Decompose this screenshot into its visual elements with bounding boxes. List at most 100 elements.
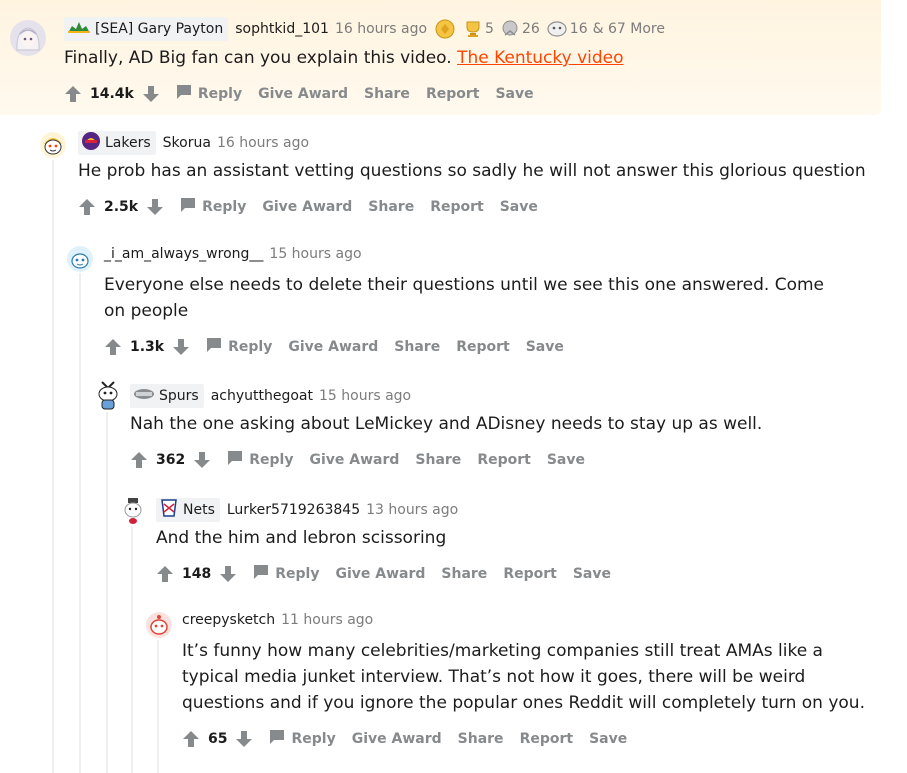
comment-actions: 14.4k Reply Give Award Share Report Save xyxy=(64,82,534,106)
report-button[interactable]: Report xyxy=(503,566,557,582)
more-awards: & 67 More xyxy=(592,21,665,37)
snoo-avatar-icon[interactable] xyxy=(120,497,146,525)
report-button[interactable]: Report xyxy=(456,339,510,355)
thread-line[interactable] xyxy=(52,160,54,773)
save-button[interactable]: Save xyxy=(495,86,533,102)
give-award-button[interactable]: Give Award xyxy=(262,199,352,215)
timestamp[interactable]: 15 hours ago xyxy=(319,388,411,404)
report-button[interactable]: Report xyxy=(520,731,574,747)
anime-girl-avatar-icon[interactable] xyxy=(10,20,46,56)
comment-meta: Nets Lurker5719263845 13 hours ago xyxy=(156,498,458,522)
save-button[interactable]: Save xyxy=(573,566,611,582)
author-name[interactable]: _i_am_always_wrong__ xyxy=(104,246,263,262)
comment-meta: creepysketch 11 hours ago xyxy=(182,612,373,628)
reply-button[interactable]: Reply xyxy=(180,197,246,217)
timestamp[interactable]: 16 hours ago xyxy=(335,21,427,37)
upvote-icon[interactable] xyxy=(182,730,200,748)
reply-label: Reply xyxy=(275,566,320,582)
share-button[interactable]: Share xyxy=(458,731,504,747)
timestamp[interactable]: 16 hours ago xyxy=(217,135,309,151)
upvote-icon[interactable] xyxy=(156,565,174,583)
timestamp[interactable]: 11 hours ago xyxy=(281,612,373,628)
report-button[interactable]: Report xyxy=(426,86,480,102)
share-button[interactable]: Share xyxy=(394,339,440,355)
user-flair: Nets xyxy=(156,498,220,522)
report-button[interactable]: Report xyxy=(430,199,484,215)
lakers-logo-icon xyxy=(81,131,101,155)
thread-line[interactable] xyxy=(131,526,133,773)
reply-label: Reply xyxy=(291,731,336,747)
comment-actions: 1.3k Reply Give Award Share Report Save xyxy=(104,335,564,359)
give-award-button[interactable]: Give Award xyxy=(335,566,425,582)
comment-body: Everyone else needs to delete their ques… xyxy=(104,275,824,321)
trophy-award-icon xyxy=(463,19,483,39)
give-award-button[interactable]: Give Award xyxy=(309,452,399,468)
reply-label: Reply xyxy=(228,339,273,355)
comment-meta: Spurs achyutthegoat 15 hours ago xyxy=(130,384,411,408)
vote-score: 1.3k xyxy=(130,339,165,355)
comment-body: Nah the one asking about LeMickey and AD… xyxy=(130,414,763,434)
downvote-icon[interactable] xyxy=(193,451,211,469)
report-button[interactable]: Report xyxy=(477,452,531,468)
upvote-icon[interactable] xyxy=(104,338,122,356)
save-button[interactable]: Save xyxy=(547,452,585,468)
flair-text: Spurs xyxy=(159,388,199,404)
share-button[interactable]: Share xyxy=(364,86,410,102)
comment-body: He prob has an assistant vetting questio… xyxy=(78,161,866,181)
share-button[interactable]: Share xyxy=(368,199,414,215)
reply-button[interactable]: Reply xyxy=(227,450,293,470)
flair-text: [SEA] Gary Payton xyxy=(95,21,224,37)
give-award-button[interactable]: Give Award xyxy=(288,339,378,355)
awards[interactable]: 5 26 16 & 67 More xyxy=(431,19,665,39)
author-name[interactable]: sophtkid_101 xyxy=(235,21,329,37)
upvote-icon[interactable] xyxy=(64,85,82,103)
author-name[interactable]: Skorua xyxy=(163,135,211,151)
downvote-icon[interactable] xyxy=(219,565,237,583)
share-button[interactable]: Share xyxy=(441,566,487,582)
give-award-button[interactable]: Give Award xyxy=(258,86,348,102)
reply-button[interactable]: Reply xyxy=(206,337,272,357)
thread-line[interactable] xyxy=(157,640,159,773)
reply-label: Reply xyxy=(249,452,294,468)
thread-line[interactable] xyxy=(79,273,81,773)
share-button[interactable]: Share xyxy=(415,452,461,468)
downvote-icon[interactable] xyxy=(235,730,253,748)
author-name[interactable]: creepysketch xyxy=(182,612,275,628)
vote-score: 65 xyxy=(208,731,228,747)
downvote-icon[interactable] xyxy=(172,338,190,356)
reply-button[interactable]: Reply xyxy=(269,729,336,749)
spurs-logo-icon xyxy=(133,388,155,404)
downvote-icon[interactable] xyxy=(142,85,160,103)
user-flair: Lakers xyxy=(78,131,156,155)
comment-meta: _i_am_always_wrong__ 15 hours ago xyxy=(104,246,362,262)
reply-button[interactable]: Reply xyxy=(253,564,319,584)
upvote-icon[interactable] xyxy=(130,451,148,469)
comment-bubble-icon xyxy=(227,450,243,470)
snoo-avatar-icon[interactable] xyxy=(67,246,93,272)
upvote-icon[interactable] xyxy=(78,198,96,216)
silver-award-icon xyxy=(500,19,520,39)
snoo-avatar-icon[interactable] xyxy=(146,612,172,638)
save-button[interactable]: Save xyxy=(589,731,627,747)
give-award-button[interactable]: Give Award xyxy=(352,731,442,747)
award-count: 16 xyxy=(569,21,588,37)
supersonics-logo-icon xyxy=(67,20,91,38)
comment-bubble-icon xyxy=(253,564,269,584)
author-name[interactable]: Lurker5719263845 xyxy=(227,502,360,518)
timestamp[interactable]: 15 hours ago xyxy=(269,246,361,262)
author-name[interactable]: achyutthegoat xyxy=(211,388,313,404)
comment-meta: [SEA] Gary Payton sophtkid_101 16 hours … xyxy=(64,17,665,41)
thread-line[interactable] xyxy=(106,412,108,773)
save-button[interactable]: Save xyxy=(500,199,538,215)
snoo-avatar-icon[interactable] xyxy=(40,132,66,158)
snoo-avatar-icon[interactable] xyxy=(94,380,122,410)
downvote-icon[interactable] xyxy=(146,198,164,216)
save-button[interactable]: Save xyxy=(526,339,564,355)
comment-body: Finally, AD Big fan can you explain this… xyxy=(64,45,864,71)
gold-coin-award-icon xyxy=(435,19,455,39)
kentucky-video-link[interactable]: The Kentucky video xyxy=(457,48,623,68)
comment-bubble-icon xyxy=(269,729,285,749)
comment-bubble-icon xyxy=(176,84,192,104)
timestamp[interactable]: 13 hours ago xyxy=(366,502,458,518)
reply-button[interactable]: Reply xyxy=(176,84,242,104)
